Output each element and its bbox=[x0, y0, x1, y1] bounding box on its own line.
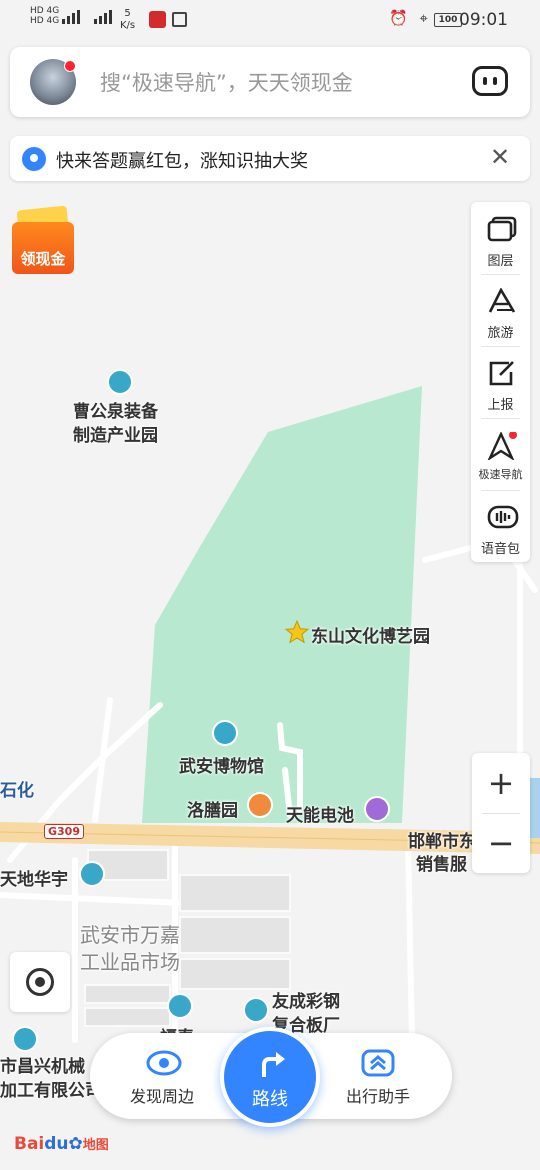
cash-reward-label: 领现金 bbox=[20, 250, 66, 268]
cash-reward-button[interactable]: 领现金 bbox=[10, 205, 76, 276]
fast-nav-button[interactable]: 极速导航 bbox=[471, 420, 530, 490]
report-button[interactable]: 上报 bbox=[471, 348, 530, 418]
layers-label: 图层 bbox=[487, 254, 514, 269]
zoom-in-button[interactable]: + bbox=[472, 754, 530, 812]
fast-nav-icon bbox=[487, 431, 517, 462]
route-button[interactable]: 路线 bbox=[220, 1027, 320, 1127]
map-label-sales[interactable]: 销售服 bbox=[416, 850, 467, 875]
notice-banner[interactable]: 快来答题赢红包，涨知识抽大奖 ✕ bbox=[10, 136, 530, 181]
status-time: 09:01 bbox=[459, 10, 508, 30]
network-indicator: HD 4G HD 4G bbox=[30, 6, 59, 26]
voice-pack-icon bbox=[487, 504, 519, 530]
map-label-luoshan[interactable]: 洛膳园 bbox=[187, 796, 238, 821]
alarm-icon: ⏰ bbox=[389, 9, 408, 27]
travel-assistant-button[interactable]: 出行助手 bbox=[328, 1033, 428, 1119]
location-pin-icon bbox=[22, 147, 46, 171]
eye-icon bbox=[146, 1049, 182, 1081]
map-label-handan[interactable]: 邯郸市东 bbox=[408, 827, 476, 852]
layers-button[interactable]: 图层 bbox=[471, 204, 530, 274]
baidu-map-logo: Baidu✿地图 bbox=[14, 1134, 109, 1154]
map-label-museum[interactable]: 武安博物馆 bbox=[179, 752, 264, 777]
map-label-shihua[interactable]: 石化 bbox=[0, 776, 34, 801]
travel-assistant-label: 出行助手 bbox=[345, 1087, 410, 1106]
assistant-robot-icon[interactable] bbox=[472, 66, 508, 96]
travel-button[interactable]: 旅游 bbox=[471, 276, 530, 346]
route-arrow-icon bbox=[256, 1049, 286, 1083]
zoom-out-button[interactable]: − bbox=[472, 814, 530, 872]
signal-icon bbox=[62, 10, 84, 24]
speed-value: 5 bbox=[124, 8, 131, 19]
fast-nav-label: 极速导航 bbox=[478, 468, 523, 481]
map-toolbar: 图层 旅游 上报 极速导航 语音包 bbox=[471, 202, 530, 562]
map-label-dongshan[interactable]: 东山文化博艺园 bbox=[311, 622, 430, 647]
logistics-marker-icon[interactable] bbox=[79, 861, 105, 887]
map-label-changxing[interactable]: 市昌兴机械 加工有限公司 bbox=[0, 1055, 102, 1103]
road-shield-g309: G309 bbox=[44, 824, 84, 839]
zoom-control: + − bbox=[472, 753, 530, 873]
report-label: 上报 bbox=[487, 398, 514, 413]
layers-icon bbox=[487, 216, 517, 242]
location-status-icon: ⌖ bbox=[419, 9, 428, 27]
company-marker-icon[interactable] bbox=[12, 1026, 38, 1052]
voice-pack-button[interactable]: 语音包 bbox=[471, 492, 530, 562]
voice-pack-label: 语音包 bbox=[480, 542, 520, 557]
discover-nearby-label: 发现周边 bbox=[129, 1087, 194, 1106]
locate-dot bbox=[35, 977, 45, 987]
scenic-star-icon[interactable] bbox=[284, 619, 310, 645]
map-label-wanjia[interactable]: 武安市万嘉 工业品市场 bbox=[80, 922, 180, 976]
discover-nearby-button[interactable]: 发现周边 bbox=[112, 1033, 212, 1119]
travel-icon bbox=[487, 287, 516, 314]
industrial-park-marker-icon[interactable] bbox=[107, 369, 133, 395]
status-bar: HD 4G HD 4G 5 K/s ⏰ ⌖ 100 09:01 bbox=[0, 0, 540, 40]
network-line-2: HD 4G bbox=[30, 16, 60, 26]
logo-part-c: 地图 bbox=[82, 1138, 109, 1153]
map-label-tiandi[interactable]: 天地华宇 bbox=[0, 865, 68, 890]
route-label: 路线 bbox=[252, 1089, 288, 1110]
map-label-caogongquan[interactable]: 曹公泉装备 制造产业园 bbox=[73, 400, 158, 448]
travel-assistant-icon bbox=[361, 1049, 395, 1081]
search-bar[interactable]: 搜“极速导航”，天天领现金 bbox=[10, 47, 530, 117]
factory-marker-icon[interactable] bbox=[167, 993, 193, 1019]
restaurant-marker-icon[interactable] bbox=[247, 792, 273, 818]
factory-marker-icon-2[interactable] bbox=[243, 997, 269, 1023]
travel-label: 旅游 bbox=[487, 326, 514, 341]
locate-button[interactable] bbox=[10, 952, 70, 1012]
report-icon bbox=[487, 360, 515, 386]
network-line-1: HD 4G bbox=[30, 6, 60, 16]
calendar-notification-icon bbox=[172, 12, 187, 27]
speed-unit: K/s bbox=[120, 20, 136, 31]
close-icon[interactable]: ✕ bbox=[490, 143, 510, 171]
map-label-battery-shop[interactable]: 天能电池 bbox=[286, 801, 354, 826]
museum-marker-icon[interactable] bbox=[212, 720, 238, 746]
search-input[interactable]: 搜“极速导航”，天天领现金 bbox=[100, 67, 353, 97]
shop-marker-icon[interactable] bbox=[364, 796, 390, 822]
paw-icon: ✿ bbox=[68, 1134, 83, 1154]
logo-part-a: Bai bbox=[14, 1134, 45, 1154]
notice-text[interactable]: 快来答题赢红包，涨知识抽大奖 bbox=[56, 147, 308, 173]
logo-part-b: du bbox=[44, 1134, 69, 1154]
avatar-notification-dot bbox=[64, 60, 76, 72]
signal-icon-2 bbox=[94, 10, 116, 24]
battery-indicator: 100 bbox=[434, 13, 462, 27]
voice-notification-icon bbox=[149, 11, 166, 28]
network-speed: 5 K/s bbox=[120, 8, 135, 32]
